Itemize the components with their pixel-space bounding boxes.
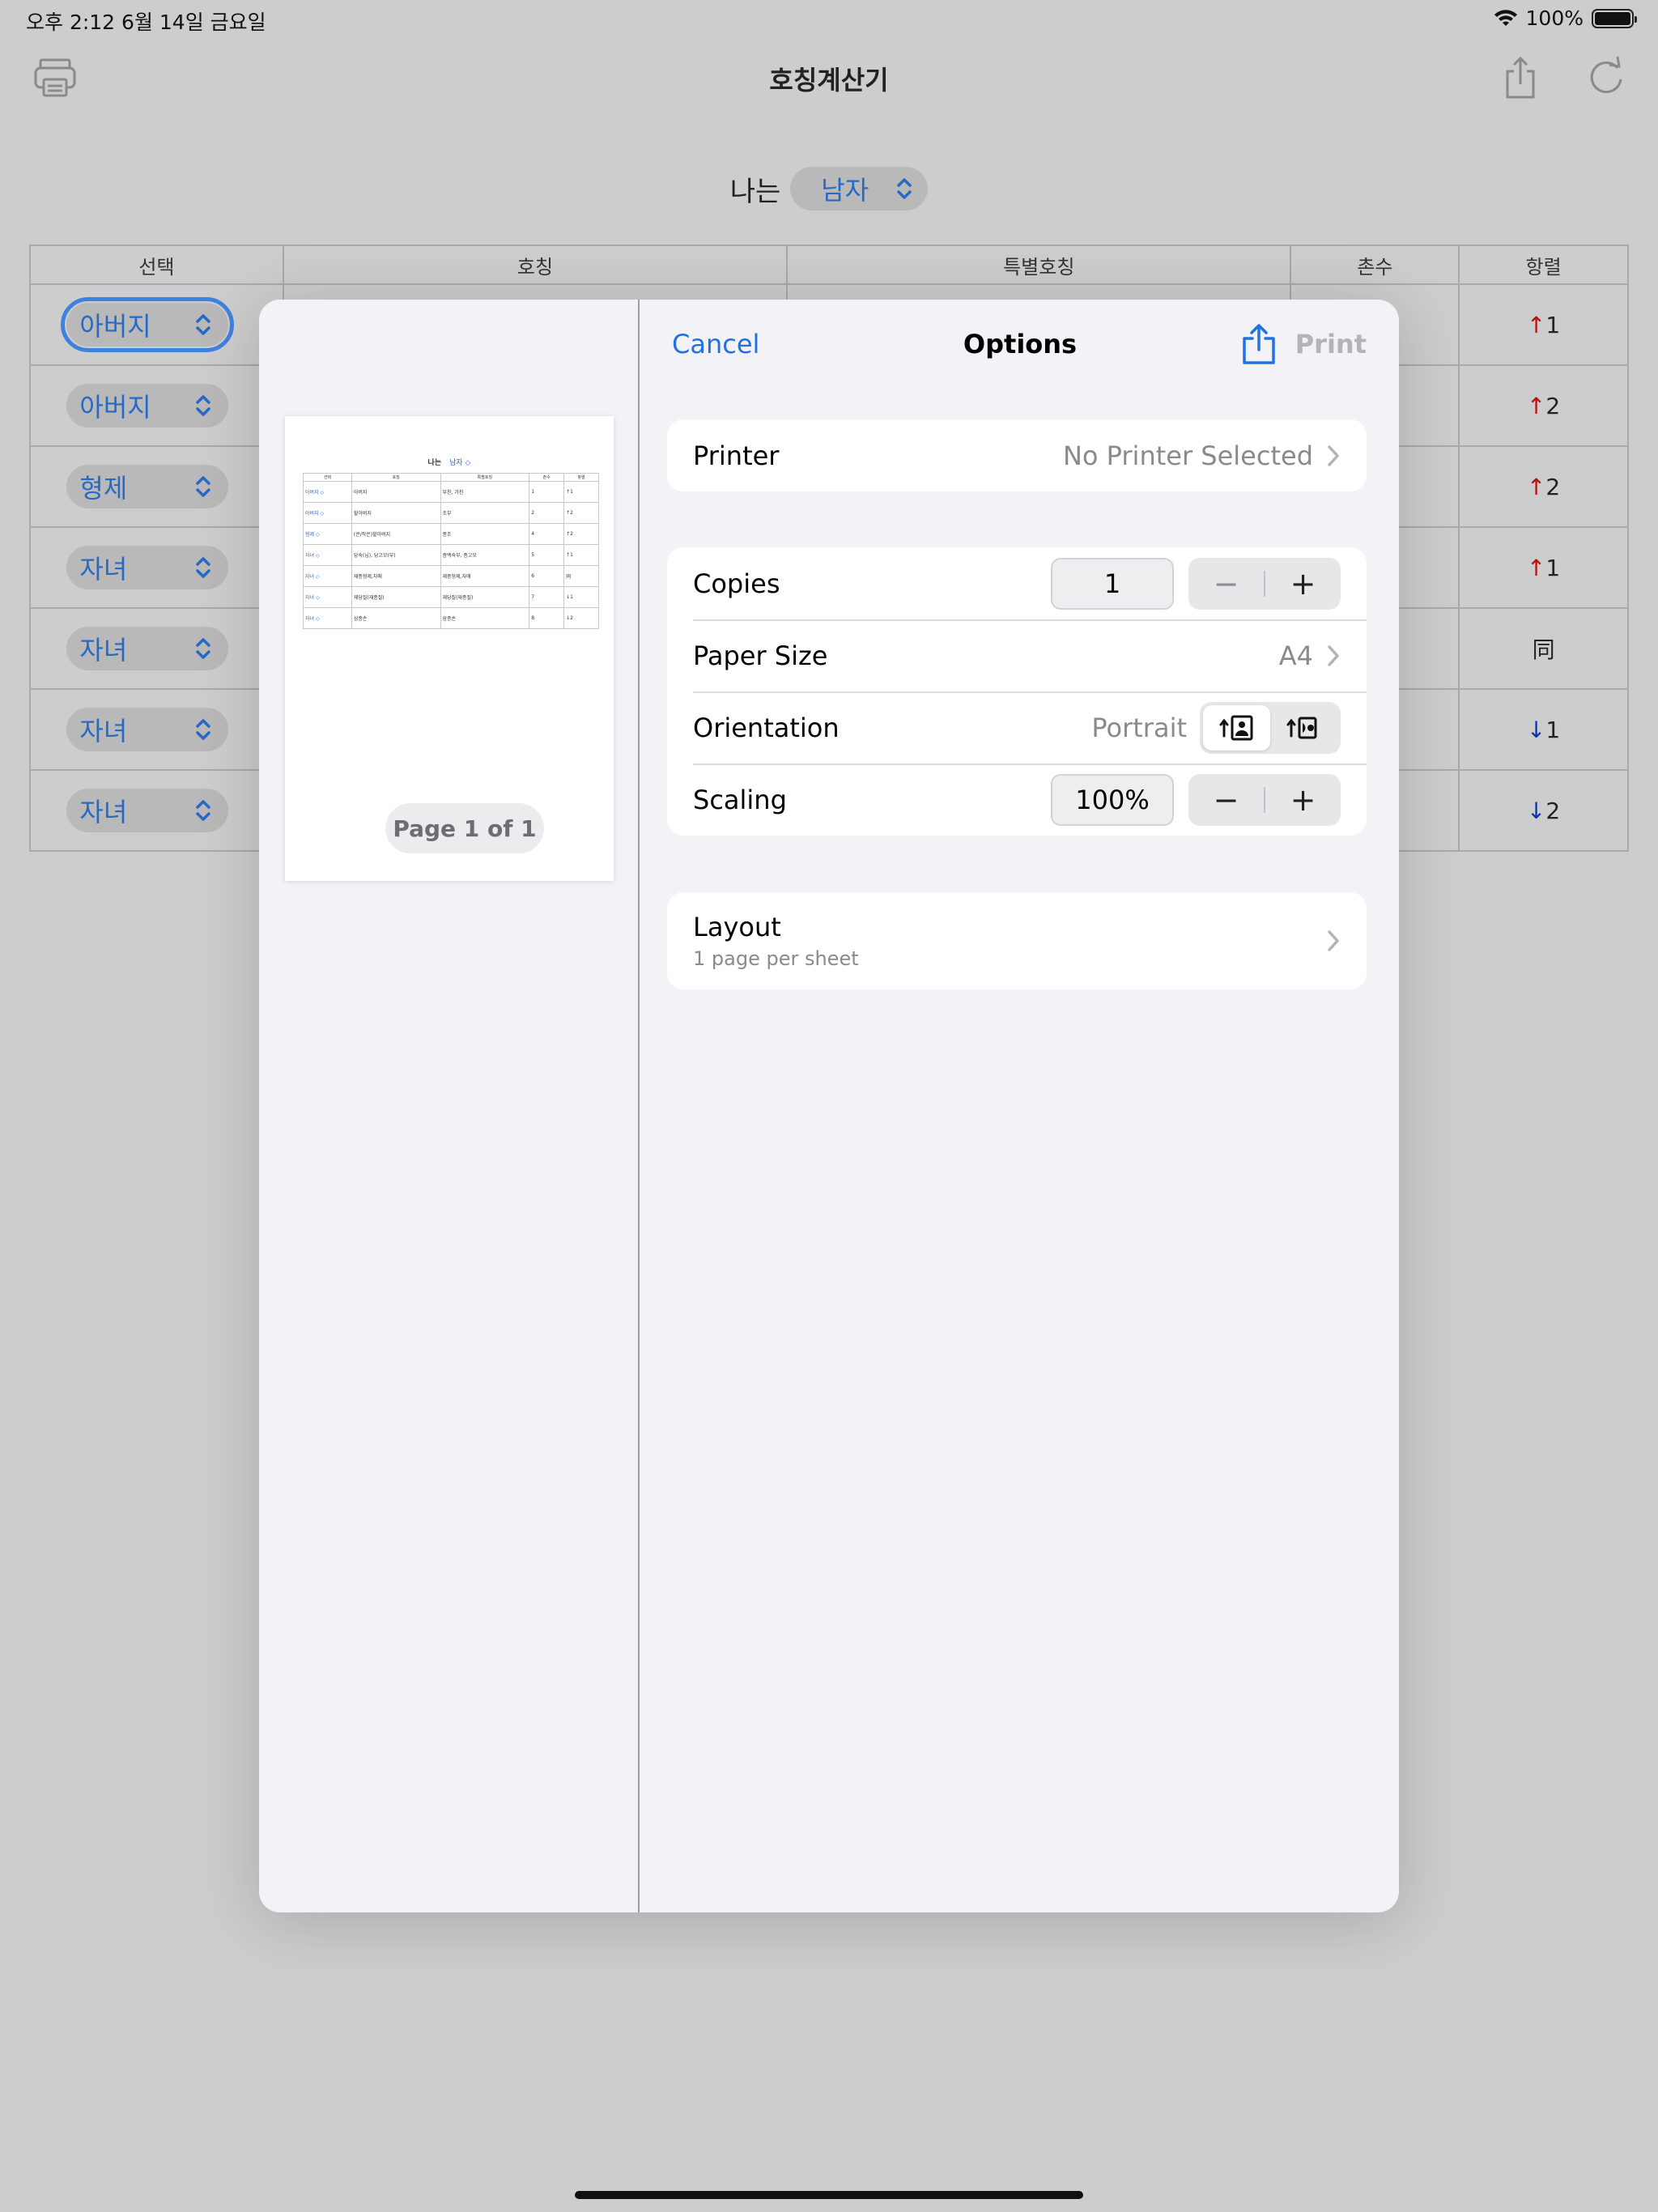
chevron-right-icon (1326, 644, 1341, 668)
relation-select[interactable]: 아버지 (66, 384, 229, 428)
options-nav-bar: Cancel Options Print (641, 300, 1399, 390)
layout-group: Layout 1 page per sheet (667, 892, 1367, 989)
status-indicators: 100% (1494, 6, 1637, 30)
preview-row: 형제 ◇ (큰/작은)할아버지 종조 4 ↑2 (303, 523, 599, 545)
chevron-updown-icon (895, 176, 913, 202)
header-generation: 항렬 (1458, 245, 1629, 285)
page-settings-group: Copies 1 − + Paper Size A4 Orientation P… (667, 547, 1367, 836)
printer-group: Printer No Printer Selected (667, 419, 1367, 491)
chevron-updown-icon (194, 798, 212, 823)
relation-select[interactable]: 자녀 (66, 708, 229, 751)
relation-select[interactable]: 형제 (66, 465, 229, 508)
gender-row: 나는 남자 (0, 167, 1658, 211)
battery-percent: 100% (1525, 6, 1584, 30)
printer-value: No Printer Selected (1062, 440, 1313, 471)
copies-stepper: − + (1188, 557, 1341, 610)
chevron-updown-icon (194, 393, 212, 419)
share-icon[interactable] (1240, 322, 1278, 366)
scaling-row: Scaling 100% − + (667, 764, 1367, 836)
preview-row: 자녀 ◇ 삼종손 삼종손 8 ↓2 (303, 607, 599, 629)
chevron-right-icon (1326, 444, 1341, 468)
battery-icon (1592, 8, 1637, 28)
options-title: Options (963, 329, 1078, 359)
scaling-increment-button[interactable]: + (1265, 774, 1341, 826)
chevron-updown-icon (194, 474, 212, 500)
preview-table: 선택 호칭 특별호칭 촌수 항렬 아버지 ◇ 아버지 부친, 가친 1 ↑1 아버지 ◇… (303, 473, 599, 629)
scaling-label: Scaling (693, 784, 787, 815)
status-bar: 오후 2:12 6월 14일 금요일 100% (0, 0, 1658, 40)
scaling-stepper: − + (1188, 773, 1341, 826)
layout-row[interactable]: Layout 1 page per sheet (667, 892, 1367, 989)
page-indicator: Page 1 of 1 (385, 803, 544, 853)
landscape-option[interactable] (1270, 705, 1337, 751)
header-select: 선택 (29, 245, 284, 285)
relation-select[interactable]: 아버지 (61, 297, 235, 352)
paper-size-value: A4 (1278, 640, 1313, 671)
copies-row: Copies 1 − + (667, 547, 1367, 619)
scaling-input[interactable]: 100% (1051, 773, 1174, 826)
preview-row: 아버지 ◇ 아버지 부친, 가친 1 ↑1 (303, 481, 599, 503)
preview-row: 자녀 ◇ 재당질(재종질) 재당질(재종질) 7 ↓1 (303, 586, 599, 608)
layout-label: Layout (693, 912, 781, 942)
preview-row: 아버지 ◇ 할아버지 조부 2 ↑2 (303, 502, 599, 524)
copies-increment-button[interactable]: + (1265, 558, 1341, 610)
refresh-icon[interactable] (1584, 55, 1629, 100)
landscape-icon (1286, 717, 1316, 738)
options-pane: Cancel Options Print Printer No Printer … (641, 300, 1399, 1912)
orientation-value: Portrait (1091, 712, 1187, 743)
app-title: 호칭계산기 (769, 65, 889, 96)
scaling-decrement-button[interactable]: − (1188, 774, 1264, 826)
header-title: 호칭 (282, 245, 789, 285)
printer-label: Printer (693, 440, 780, 471)
header-degree: 촌수 (1290, 245, 1460, 285)
relation-select[interactable]: 자녀 (66, 546, 229, 589)
page-preview[interactable]: 나는 남자 ◇ 선택 호칭 특별호칭 촌수 항렬 아버지 ◇ 아버지 부친, 가친 1 ↑… (285, 416, 614, 881)
preview-header: 나는 남자 ◇ (427, 459, 471, 467)
print-options-sheet: 나는 남자 ◇ 선택 호칭 특별호칭 촌수 항렬 아버지 ◇ 아버지 부친, 가친 1 ↑… (259, 300, 1399, 1912)
chevron-updown-icon (194, 636, 212, 661)
status-time: 오후 2:12 6월 14일 금요일 (26, 11, 266, 34)
orientation-row: Orientation Portrait (667, 691, 1367, 764)
print-button[interactable]: Print (1295, 329, 1367, 359)
paper-size-label: Paper Size (693, 640, 828, 671)
printer-row[interactable]: Printer No Printer Selected (667, 419, 1367, 491)
portrait-option[interactable] (1203, 704, 1270, 751)
chevron-updown-icon (194, 555, 212, 581)
chevron-updown-icon (194, 717, 212, 742)
wifi-icon (1494, 9, 1517, 26)
header-special-title: 특별호칭 (786, 245, 1292, 285)
preview-row: 자녀 ◇ 재종형제,자매 재종형제,자매 6 同 (303, 565, 599, 587)
print-preview-pane: 나는 남자 ◇ 선택 호칭 특별호칭 촌수 항렬 아버지 ◇ 아버지 부친, 가친 1 ↑… (259, 300, 640, 1912)
orientation-segmented-control (1200, 701, 1341, 754)
portrait-icon (1219, 715, 1252, 740)
gender-select[interactable]: 남자 (790, 167, 929, 211)
relation-select[interactable]: 자녀 (66, 789, 229, 832)
paper-size-row[interactable]: Paper Size A4 (667, 619, 1367, 691)
relation-select[interactable]: 자녀 (66, 627, 229, 670)
layout-value: 1 page per sheet (693, 947, 859, 970)
home-indicator[interactable] (575, 2191, 1083, 2199)
share-icon[interactable] (1498, 55, 1543, 100)
gender-value: 남자 (821, 175, 869, 206)
copies-label: Copies (693, 568, 780, 599)
preview-row: 자녀 ◇ 당숙(님), 당고모(부) 종백숙부, 종고모 5 ↑1 (303, 544, 599, 566)
chevron-updown-icon (194, 312, 212, 338)
orientation-label: Orientation (693, 712, 840, 743)
me-label: 나는 (729, 175, 781, 208)
chevron-right-icon (1326, 929, 1341, 953)
copies-decrement-button[interactable]: − (1188, 558, 1264, 610)
copies-input[interactable]: 1 (1051, 557, 1174, 610)
